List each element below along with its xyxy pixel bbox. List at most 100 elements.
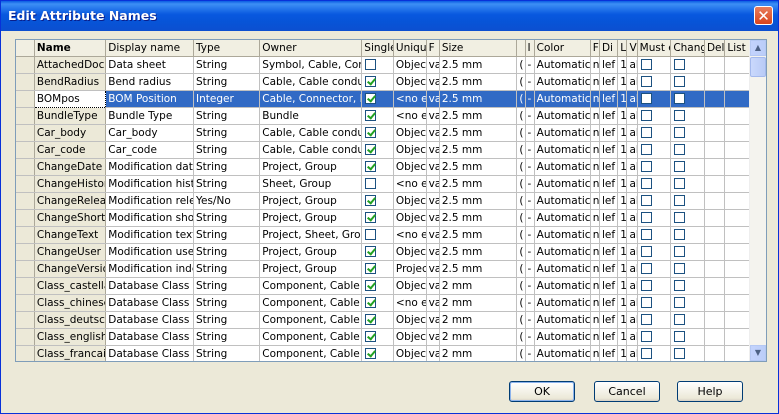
cell-display[interactable]: Database Class Ge — [105, 311, 194, 329]
cell-del[interactable] — [704, 209, 726, 227]
table-row[interactable]: BendRadius Bend radius String Cable, Cable … — [16, 73, 750, 91]
must-checkbox[interactable] — [640, 76, 652, 87]
cell-v[interactable]: al — [626, 107, 638, 125]
cell-list[interactable] — [724, 209, 750, 227]
table-row[interactable]: AttachedDocurData sheetStringSymbol, Cab… — [16, 56, 750, 74]
cell-owner[interactable]: Project, Group — [259, 209, 363, 227]
cell-list[interactable] — [724, 260, 750, 278]
cell-list[interactable] — [724, 243, 750, 261]
cell-list[interactable] — [724, 90, 750, 108]
cell-size[interactable]: 2 mm — [439, 277, 518, 295]
cell-name[interactable]: Class_castellar — [34, 277, 107, 295]
row-header[interactable] — [16, 328, 35, 346]
must-checkbox[interactable] — [640, 246, 652, 257]
cell-i[interactable]: - — [525, 192, 535, 210]
cell-display[interactable]: Bundle Type — [105, 107, 194, 125]
cell-size[interactable]: 2.5 mm — [439, 56, 518, 74]
cell-size[interactable]: 2.5 mm — [439, 226, 518, 244]
title-bar[interactable]: Edit Attribute Names ✕ — [1, 1, 778, 31]
cell-owner[interactable]: Component, Cable typ — [259, 311, 363, 329]
table-row[interactable]: ChangeUser Modification user String Project… — [16, 243, 750, 261]
single-checkbox[interactable] — [365, 280, 377, 291]
cell-del[interactable] — [704, 56, 726, 74]
cell-v[interactable]: al — [626, 345, 638, 361]
cell-di[interactable]: lef — [599, 226, 619, 244]
cell-f2[interactable]: n — [590, 345, 600, 361]
cell-x[interactable]: ( — [516, 158, 526, 176]
cell-i[interactable]: - — [525, 243, 535, 261]
must-checkbox[interactable] — [640, 178, 652, 189]
column-header[interactable]: Di — [599, 40, 619, 57]
cell-uniq[interactable]: <no e — [393, 294, 427, 312]
cell-x[interactable]: ( — [516, 107, 526, 125]
table-row[interactable]: BOMpos BOM Position Integer Cable, Connecto… — [16, 90, 750, 108]
cell-display[interactable]: Modification user — [105, 243, 194, 261]
cell-di[interactable]: lef — [599, 328, 619, 346]
cell-x[interactable]: ( — [516, 192, 526, 210]
cell-name[interactable]: BOMpos — [33, 90, 107, 108]
cell-type[interactable]: String — [193, 141, 261, 159]
cell-size[interactable]: 2.5 mm — [439, 175, 518, 193]
cell-list[interactable] — [724, 277, 750, 295]
cell-owner[interactable]: Bundle — [259, 107, 363, 125]
cell-v[interactable]: al — [626, 73, 638, 91]
cell-f[interactable]: va — [426, 260, 440, 278]
cell-size[interactable]: 2 mm — [439, 311, 518, 329]
cell-name[interactable]: ChangeUser — [34, 243, 107, 261]
cell-name[interactable]: Class_chinese — [34, 294, 107, 312]
column-header[interactable]: F — [426, 40, 440, 57]
cell-v[interactable]: al — [626, 294, 638, 312]
cell-display[interactable]: Database Class En — [105, 328, 194, 346]
cell-owner[interactable]: Project, Group — [259, 243, 363, 261]
cell-name[interactable]: ChangeRelease — [34, 192, 107, 210]
cell-x[interactable]: ( — [516, 294, 526, 312]
cell-del[interactable] — [704, 294, 726, 312]
ok-button[interactable]: OK — [509, 381, 575, 402]
table-row[interactable]: ChangeShortTeModification short tStringP… — [16, 209, 750, 227]
cell-type[interactable]: String — [193, 277, 261, 295]
cell-color[interactable]: Automatic — [534, 260, 591, 278]
cell-di[interactable]: lef — [599, 192, 619, 210]
cell-color[interactable]: Automatic — [534, 124, 591, 142]
cell-size[interactable]: 2 mm — [439, 345, 518, 361]
must-checkbox[interactable] — [640, 229, 652, 240]
cell-di[interactable]: lef — [599, 175, 619, 193]
cell-uniq[interactable]: Objec — [393, 56, 427, 74]
chg-checkbox[interactable] — [674, 229, 686, 240]
chg-checkbox[interactable] — [674, 161, 686, 172]
cell-name[interactable]: Car_code — [34, 141, 107, 159]
cell-v[interactable]: al — [626, 124, 638, 142]
cell-display[interactable]: Database Class Fre — [105, 345, 194, 361]
cell-x[interactable]: ( — [516, 345, 526, 361]
cell-di[interactable]: lef — [599, 107, 619, 125]
cell-f2[interactable]: n — [590, 209, 600, 227]
chg-checkbox[interactable] — [674, 348, 686, 359]
table-row[interactable]: ChangeDate Modification date String Project… — [16, 158, 750, 176]
cell-list[interactable] — [724, 107, 750, 125]
cell-di[interactable]: lef — [599, 277, 619, 295]
must-checkbox[interactable] — [640, 297, 652, 308]
cell-v[interactable]: al — [626, 56, 638, 74]
row-header[interactable] — [16, 294, 35, 312]
cell-list[interactable] — [724, 226, 750, 244]
row-header[interactable] — [16, 90, 35, 108]
cell-display[interactable]: Bend radius — [105, 73, 194, 91]
cell-x[interactable]: ( — [516, 328, 526, 346]
cell-list[interactable] — [724, 158, 750, 176]
cell-display[interactable]: Modification date — [105, 158, 194, 176]
cell-color[interactable]: Automatic — [534, 175, 591, 193]
cell-display[interactable]: Data sheet — [105, 56, 194, 74]
must-checkbox[interactable] — [640, 331, 652, 342]
cell-color[interactable]: Automatic — [534, 141, 591, 159]
cell-v[interactable]: al — [626, 328, 638, 346]
table-row[interactable]: Car_codeCar_codeStringCable, Cable condu… — [16, 141, 750, 159]
cell-owner[interactable]: Cable, Cable conducto — [259, 124, 363, 142]
cell-display[interactable]: Modification releas — [105, 192, 194, 210]
cell-display[interactable]: Modification text — [105, 226, 194, 244]
cell-display[interactable]: Database Class Ch — [105, 294, 194, 312]
cell-owner[interactable]: Component, Cable typ — [259, 328, 363, 346]
cell-l[interactable]: 1 — [617, 277, 628, 295]
cell-size[interactable]: 2.5 mm — [439, 260, 518, 278]
cell-uniq[interactable]: Objec — [393, 243, 427, 261]
cell-l[interactable]: 1 — [617, 73, 628, 91]
